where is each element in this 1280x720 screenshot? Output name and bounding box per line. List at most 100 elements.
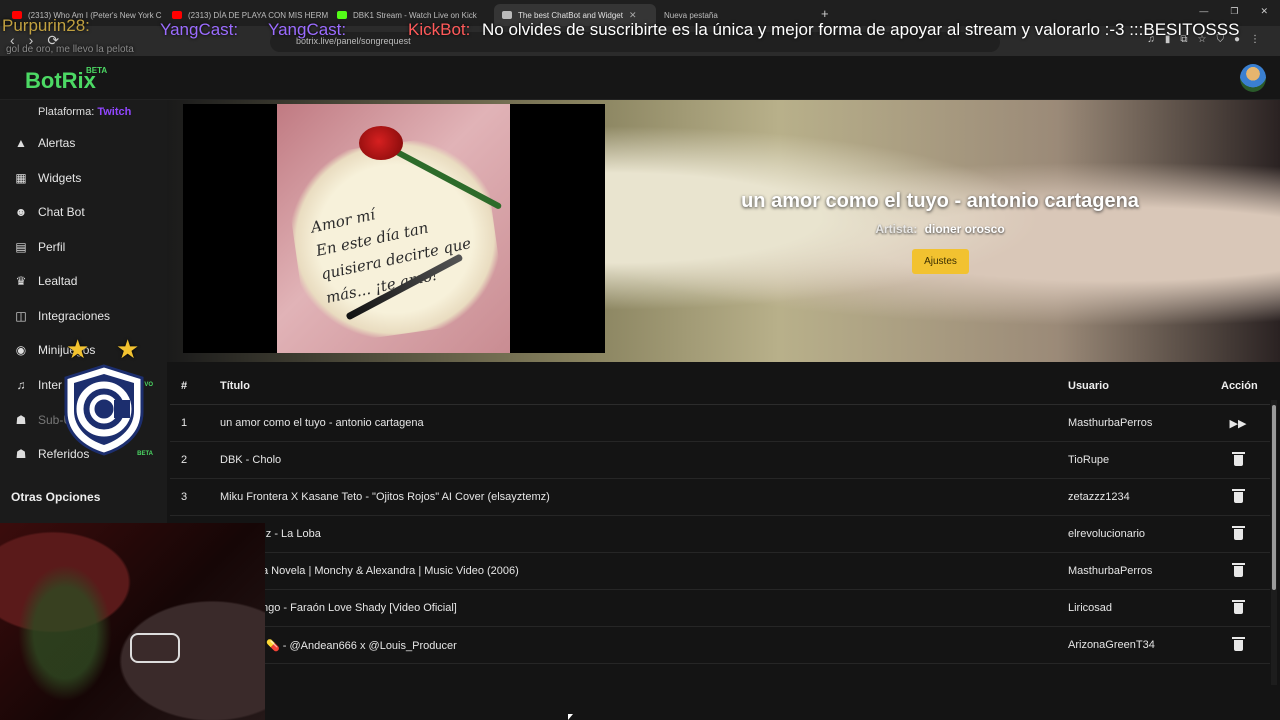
- row-user: MasthurbaPerros: [1068, 417, 1153, 429]
- url-field[interactable]: botrix.live/panel/songrequest: [270, 32, 1000, 52]
- maximize-icon[interactable]: ❐: [1230, 6, 1238, 17]
- puzzle-icon[interactable]: ⧉: [1180, 34, 1187, 45]
- row-title: DBK - Cholo: [220, 454, 282, 466]
- row-title: un amor como el tuyo - antonio cartagena: [220, 417, 424, 429]
- sidebar-item-label: Inter: [38, 378, 63, 392]
- browser-tab-3[interactable]: DBK1 Stream - Watch Live on Kick: [329, 4, 494, 26]
- music-icon[interactable]: ♫: [1147, 34, 1155, 45]
- browser-tab-1[interactable]: (2313) Who Am I (Peter's New York C: [4, 4, 164, 26]
- header-num: #: [181, 380, 188, 392]
- link-icon: ◫: [15, 309, 27, 323]
- browser-tab-4[interactable]: The best ChatBot and Widget ✕: [494, 4, 656, 26]
- row-title: 💊 - @Andean666 x @Louis_Producer: [266, 640, 457, 652]
- trash-icon: [1231, 637, 1245, 651]
- trash-icon: [1231, 452, 1245, 466]
- browser-tab-bar: (2313) Who Am I (Peter's New York C (231…: [0, 0, 1280, 26]
- sidebar-item-perfil[interactable]: ▤ Perfil: [0, 230, 167, 264]
- delete-button[interactable]: [1221, 452, 1255, 468]
- sidebar-item-label: Lealtad: [38, 274, 78, 288]
- row-title: ruz - La Loba: [256, 528, 321, 540]
- header-user: Usuario: [1068, 380, 1109, 392]
- skip-icon[interactable]: ▶▶: [1221, 417, 1255, 430]
- row-title: ngo - Faraón Love Shady [Video Oficial]: [262, 602, 457, 614]
- trash-icon: [1231, 526, 1245, 540]
- row-user: zetazzz1234: [1068, 491, 1130, 503]
- table-header: # Título Usuario Acción: [170, 368, 1270, 405]
- sidebar-item-alertas[interactable]: ▲ Alertas: [0, 126, 167, 160]
- sidepanel-icon[interactable]: ▮: [1165, 34, 1171, 45]
- trash-icon: [1231, 489, 1245, 503]
- mouse-cursor-icon: [568, 714, 573, 720]
- app-header: BotRix BETA: [0, 56, 1280, 100]
- back-icon[interactable]: ‹: [10, 32, 15, 49]
- sidebar: Plataforma: Twitch ▲ Alertas ▦ Widgets ☻…: [0, 100, 167, 525]
- close-window-icon[interactable]: ✕: [1260, 6, 1268, 17]
- star-icon: ★: [66, 334, 90, 364]
- window-controls: — ❐ ✕: [1199, 6, 1268, 17]
- beta-badge: BETA: [86, 66, 108, 75]
- sidebar-item-widgets[interactable]: ▦ Widgets: [0, 161, 167, 195]
- table-row: 💊 - @Andean666 x @Louis_Producer Arizona…: [170, 627, 1270, 664]
- browser-tab-5[interactable]: Nueva pestaña: [656, 4, 811, 26]
- video-player[interactable]: Amor mí En este día tan quisiera decirte…: [183, 104, 605, 353]
- trophy-icon: ♛: [15, 274, 27, 288]
- user-avatar[interactable]: [1240, 64, 1266, 92]
- shield-icon[interactable]: ⛉: [1216, 34, 1224, 45]
- sidebar-item-integraciones[interactable]: ◫ Integraciones: [0, 299, 167, 333]
- delete-button[interactable]: [1221, 526, 1255, 542]
- minimize-icon[interactable]: —: [1199, 6, 1208, 17]
- delete-button[interactable]: [1221, 489, 1255, 505]
- users-icon: ☗: [15, 413, 27, 427]
- sidebar-item-lealtad[interactable]: ♛ Lealtad: [0, 264, 167, 298]
- header-title: Título: [220, 380, 250, 392]
- forward-icon[interactable]: ›: [29, 32, 34, 49]
- artist-name: dioner orosco: [924, 222, 1005, 236]
- now-playing-artist: Artista: dioner orosco: [607, 222, 1273, 236]
- sidebar-item-label: Perfil: [38, 240, 66, 254]
- browser-tab-2[interactable]: (2313) DÍA DE PLAYA CON MIS HERM: [164, 4, 329, 26]
- star-icon: ★: [116, 334, 140, 364]
- table-row: ruz - La Loba elrevolucionario: [170, 516, 1270, 553]
- delete-button[interactable]: [1221, 637, 1255, 653]
- webcam-overlay: [0, 523, 265, 720]
- settings-button[interactable]: Ajustes: [912, 249, 969, 274]
- sidebar-item-label: Integraciones: [38, 309, 111, 323]
- table-row: ngo - Faraón Love Shady [Video Oficial] …: [170, 590, 1270, 627]
- close-icon[interactable]: ✕: [629, 10, 637, 21]
- tab-label: Nueva pestaña: [664, 10, 718, 20]
- tab-label: DBK1 Stream - Watch Live on Kick: [353, 10, 477, 20]
- platform-label: Plataforma:: [38, 106, 95, 118]
- plant-image: [10, 553, 120, 713]
- row-user: MasthurbaPerros: [1068, 565, 1153, 577]
- row-user: TioRupe: [1068, 454, 1110, 466]
- warning-icon: ▲: [15, 136, 27, 150]
- row-title: a Novela | Monchy & Alexandra | Music Vi…: [262, 565, 519, 577]
- delete-button[interactable]: [1221, 563, 1255, 579]
- now-playing-title: un amor como el tuyo - antonio cartagena: [741, 190, 1139, 212]
- reload-icon[interactable]: ⟳: [47, 32, 59, 49]
- id-card-icon: ▤: [15, 240, 27, 254]
- row-num: 2: [181, 454, 188, 466]
- sidebar-item-chat-bot[interactable]: ☻ Chat Bot: [0, 195, 167, 229]
- botrix-icon: [502, 11, 512, 19]
- profile-icon[interactable]: ●: [1234, 34, 1240, 45]
- platform-value[interactable]: Twitch: [97, 106, 131, 118]
- gamepad-icon: ◉: [15, 343, 27, 357]
- music-icon: ♫: [16, 378, 26, 392]
- trash-icon: [1231, 600, 1245, 614]
- sidebar-item-label: Chat Bot: [38, 205, 85, 219]
- header-action: Acción: [1221, 380, 1258, 392]
- delete-button[interactable]: [1221, 600, 1255, 616]
- menu-icon[interactable]: ⋮: [1250, 34, 1260, 45]
- row-user: ArizonaGreenT34: [1068, 639, 1155, 651]
- youtube-icon: [12, 11, 22, 19]
- bookmark-icon[interactable]: ☆: [1197, 34, 1206, 45]
- platform-indicator: Plataforma: Twitch: [38, 106, 131, 118]
- tab-label: (2313) DÍA DE PLAYA CON MIS HERM: [188, 10, 329, 20]
- row-num: 3: [181, 491, 188, 503]
- row-title: Miku Frontera X Kasane Teto - "Ojitos Ro…: [220, 491, 550, 503]
- new-tab-button[interactable]: +: [821, 6, 829, 21]
- browser-address-bar: ‹ › ⟳ botrix.live/panel/songrequest ♫ ▮ …: [0, 26, 1280, 56]
- scrollbar-thumb[interactable]: [1272, 405, 1276, 590]
- grid-icon: ▦: [15, 171, 27, 185]
